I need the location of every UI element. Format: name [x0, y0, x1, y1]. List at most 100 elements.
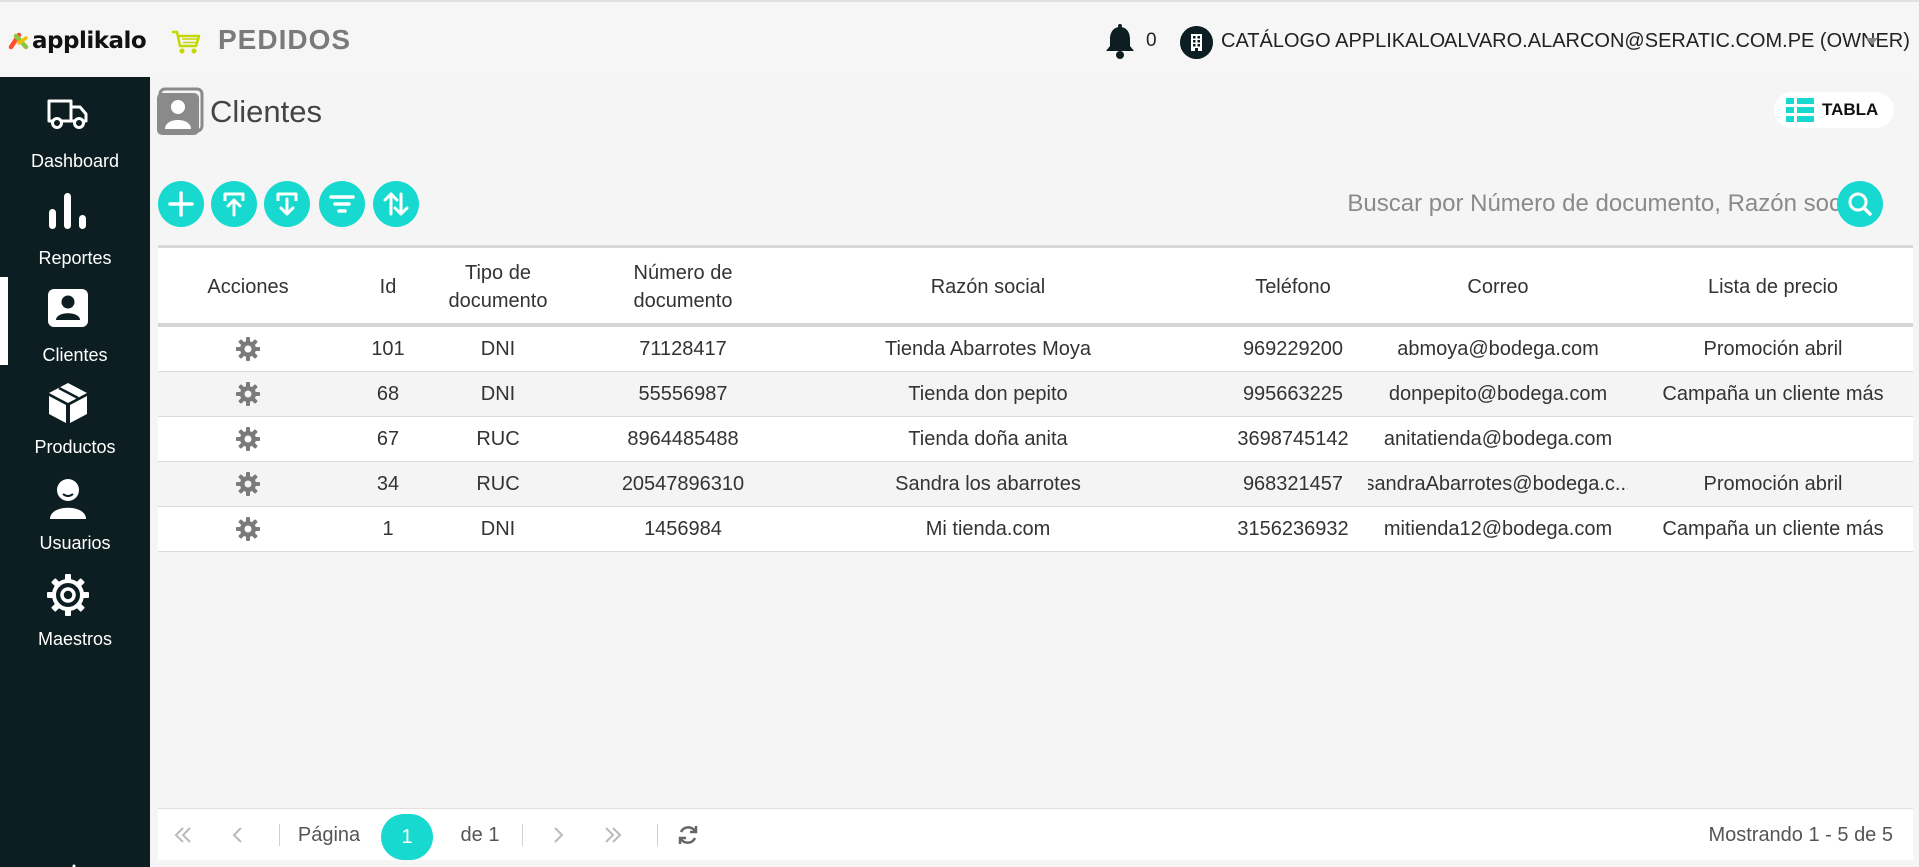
page-title: Clientes: [210, 94, 322, 129]
next-page-button[interactable]: [543, 809, 573, 861]
bar-chart-icon: [49, 193, 86, 229]
double-chevron-left-icon: [174, 827, 191, 843]
contact-card-icon: [157, 87, 204, 135]
filter-icon: [329, 195, 355, 213]
column-header-id[interactable]: Id: [338, 248, 438, 326]
power-icon[interactable]: [53, 863, 95, 867]
logo-text: applikalo: [32, 28, 147, 54]
cell-doc-number: 20547896310: [621, 472, 745, 495]
cell-email: sandraAbarrotes@bodega.c...: [1368, 472, 1628, 495]
table-row[interactable]: 1 DNI 1456984 Mi tienda.com 3156236932 m…: [158, 507, 1913, 552]
chevron-left-icon: [232, 827, 242, 843]
main-content: Clientes TABLA Buscar por Número de docu…: [150, 77, 1919, 867]
double-chevron-right-icon: [605, 827, 622, 843]
sidebar-item-label: Productos: [34, 437, 116, 457]
bell-icon[interactable]: [1103, 24, 1137, 60]
cell-business-name: Tienda doña anita: [908, 427, 1068, 450]
sidebar: Dashboard Reportes Clientes Productos Us…: [0, 77, 150, 867]
clients-table: Acciones Id Tipo de documento Número de …: [158, 245, 1913, 552]
cell-email: donpepito@bodega.com: [1388, 382, 1608, 405]
applikalo-logo-mark-icon: [8, 32, 29, 50]
column-header-acciones[interactable]: Acciones: [158, 248, 338, 326]
cell-doc-type: DNI: [480, 337, 516, 360]
column-header-tipo-documento[interactable]: Tipo de documento: [428, 248, 568, 326]
cell-phone: 969229200: [1242, 337, 1344, 360]
cell-email: abmoya@bodega.com: [1397, 337, 1599, 360]
user-menu[interactable]: ALVARO.ALARCON@SERATIC.COM.PE (OWNER): [1444, 30, 1910, 53]
gear-icon[interactable]: [235, 471, 261, 497]
cell-phone: 995663225: [1242, 382, 1344, 405]
row-actions[interactable]: [158, 327, 338, 371]
cell-price-list: Promoción abril: [1703, 337, 1843, 360]
refresh-button[interactable]: [673, 809, 703, 861]
sidebar-item-usuarios[interactable]: Usuarios: [0, 477, 150, 573]
cell-doc-number: 1456984: [644, 517, 722, 540]
pager-divider: [522, 824, 523, 846]
building-icon[interactable]: [1180, 26, 1213, 59]
sidebar-item-reportes[interactable]: Reportes: [0, 191, 150, 287]
download-button[interactable]: [264, 181, 310, 227]
refresh-icon: [678, 826, 698, 844]
page-total-label: de 1: [454, 809, 506, 861]
sort-arrows-icon: [383, 192, 409, 216]
pager-divider: [279, 824, 280, 846]
cell-business-name: Sandra los abarrotes: [895, 472, 1081, 495]
last-page-button[interactable]: [598, 809, 628, 861]
user-icon: [50, 479, 86, 519]
add-button[interactable]: [158, 181, 204, 227]
upload-button[interactable]: [211, 181, 257, 227]
cell-id: 67: [376, 427, 400, 450]
column-header-lista-precio[interactable]: Lista de precio: [1638, 248, 1908, 326]
search-input[interactable]: [1225, 179, 1919, 229]
gear-icon[interactable]: [235, 516, 261, 542]
cell-business-name: Tienda don pepito: [908, 382, 1068, 405]
table-row[interactable]: 34 RUC 20547896310 Sandra los abarrotes …: [158, 462, 1913, 507]
notification-count: 0: [1146, 30, 1157, 51]
previous-page-button[interactable]: [223, 809, 253, 861]
column-header-correo[interactable]: Correo: [1368, 248, 1628, 326]
table-row[interactable]: 101 DNI 71128417 Tienda Abarrotes Moya 9…: [158, 327, 1913, 372]
download-icon: [276, 192, 298, 216]
sidebar-item-label: Dashboard: [30, 151, 120, 171]
filter-button[interactable]: [319, 181, 365, 227]
cell-price-list: Promoción abril: [1703, 472, 1843, 495]
upload-icon: [223, 192, 245, 217]
column-header-telefono[interactable]: Teléfono: [1208, 248, 1378, 326]
first-page-button[interactable]: [168, 809, 198, 861]
gear-icon[interactable]: [235, 381, 261, 407]
cell-phone: 3156236932: [1237, 517, 1349, 540]
row-actions[interactable]: [158, 417, 338, 461]
sort-button[interactable]: [373, 181, 419, 227]
sidebar-item-dashboard[interactable]: Dashboard: [0, 95, 150, 191]
column-header-numero-documento[interactable]: Número de documento: [618, 248, 748, 326]
chevron-down-icon[interactable]: [1866, 38, 1878, 45]
cell-phone: 3698745142: [1237, 427, 1349, 450]
sidebar-item-label: Clientes: [42, 345, 108, 365]
row-actions[interactable]: [158, 462, 338, 506]
table-row[interactable]: 67 RUC 8964485488 Tienda doña anita 3698…: [158, 417, 1913, 462]
cell-doc-type: DNI: [480, 382, 516, 405]
row-actions[interactable]: [158, 372, 338, 416]
cell-business-name: Tienda Abarrotes Moya: [884, 337, 1092, 360]
cell-price-list: Campaña un cliente más: [1662, 382, 1884, 405]
catalog-selector[interactable]: CATÁLOGO APPLIKALO: [1221, 30, 1445, 53]
search-button[interactable]: [1837, 181, 1883, 227]
page-total-text: de 1: [460, 823, 500, 846]
column-header-razon-social[interactable]: Razón social: [788, 248, 1188, 326]
sidebar-item-maestros[interactable]: Maestros: [0, 573, 150, 669]
gear-icon[interactable]: [235, 336, 261, 362]
page-label-text: Página: [297, 823, 361, 846]
page-number-input[interactable]: 1: [381, 814, 433, 860]
sidebar-item-productos[interactable]: Productos: [0, 381, 150, 477]
gear-icon[interactable]: [235, 426, 261, 452]
box-icon: [49, 383, 87, 423]
cart-icon: [172, 30, 201, 54]
applikalo-logo[interactable]: applikalo: [8, 26, 147, 56]
top-bar: applikalo PEDIDOS 0 CATÁLOGO APPLIKALO A…: [0, 0, 1919, 77]
gear-icon: [47, 574, 89, 616]
table-row[interactable]: 68 DNI 55556987 Tienda don pepito 995663…: [158, 372, 1913, 417]
row-actions[interactable]: [158, 507, 338, 551]
contact-card-icon: [48, 289, 88, 327]
table-view-button[interactable]: TABLA: [1774, 92, 1894, 128]
sidebar-item-clientes[interactable]: Clientes: [0, 277, 150, 373]
